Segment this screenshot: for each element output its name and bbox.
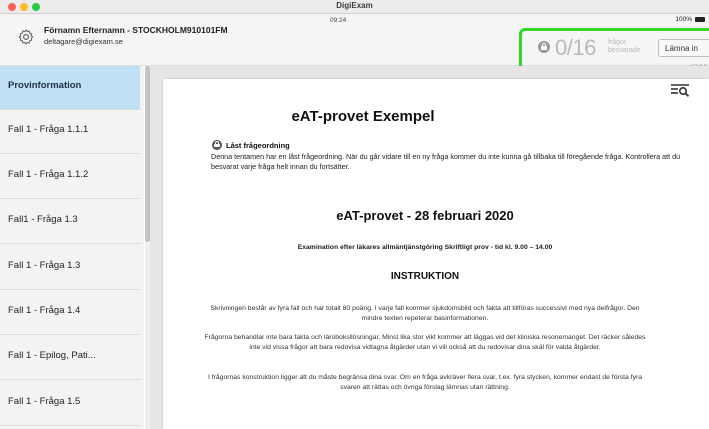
user-email: deltagare@digiexam.se <box>44 37 123 46</box>
sidebar-item-question[interactable]: Fall 1 - Fråga 1.1.2 <box>0 155 140 199</box>
sidebar-item-question[interactable]: Fall 1 - Fråga 1.1.1 <box>0 110 140 154</box>
window-titlebar: DigiExam <box>0 0 709 14</box>
search-list-icon[interactable] <box>670 83 690 97</box>
sidebar-item-question[interactable]: Fall 1 - Fråga 1.5 <box>0 382 140 426</box>
lock-icon <box>212 140 222 150</box>
settings-gear-icon[interactable] <box>17 28 35 46</box>
answered-label-line1: frågor <box>608 39 627 46</box>
instruction-paragraph: I frågornas konstruktion ligger att du m… <box>207 374 643 391</box>
sidebar-item-question[interactable]: Fall1 - Fråga 1.3 <box>0 200 140 244</box>
user-name: Förnamn Efternamn - STOCKHOLM910101FM <box>44 25 228 35</box>
sidebar-item-question[interactable]: Fall 1 - Fråga 1.4 <box>0 291 140 335</box>
lock-icon <box>538 41 550 53</box>
sidebar-item-question[interactable]: Fall 1 - Epilog, Pati... <box>0 336 140 380</box>
window-title: DigiExam <box>336 1 373 10</box>
answered-counter: 0/16 <box>555 35 596 60</box>
exam-info: Examination efter läkares allmäntjänstgö… <box>297 244 553 251</box>
exam-subtitle: eAT-provet - 28 februari 2020 <box>336 208 514 223</box>
sidebar-item-question[interactable]: Fall 1 - Fråga 1.3 <box>0 246 140 290</box>
question-sidebar: Provinformation Fall 1 - Fråga 1.1.1 Fal… <box>0 66 144 429</box>
locked-order-text: Denna tentamen har en låst frågeordning.… <box>211 152 681 171</box>
battery-status: 100% <box>675 16 705 23</box>
answered-label: frågor besvarade <box>608 39 641 55</box>
battery-icon <box>695 17 705 22</box>
submit-exam-button[interactable]: Lämna in <box>658 39 709 57</box>
instruction-paragraph: Skrivningen består av fyra fall och har … <box>210 305 640 322</box>
document-title: eAT-provet Exempel <box>291 108 435 125</box>
clock-time: 09:24 <box>330 17 347 24</box>
locked-order-heading: Låst frågeordning <box>226 141 290 150</box>
sidebar-item-provinformation[interactable]: Provinformation <box>0 66 140 110</box>
answered-label-line2: besvarade <box>608 47 641 54</box>
instruction-paragraph: Frågorna behandlar inte bara fakta och l… <box>204 334 646 351</box>
battery-percent: 100% <box>675 16 692 23</box>
instruction-heading: INSTRUKTION <box>390 271 460 282</box>
